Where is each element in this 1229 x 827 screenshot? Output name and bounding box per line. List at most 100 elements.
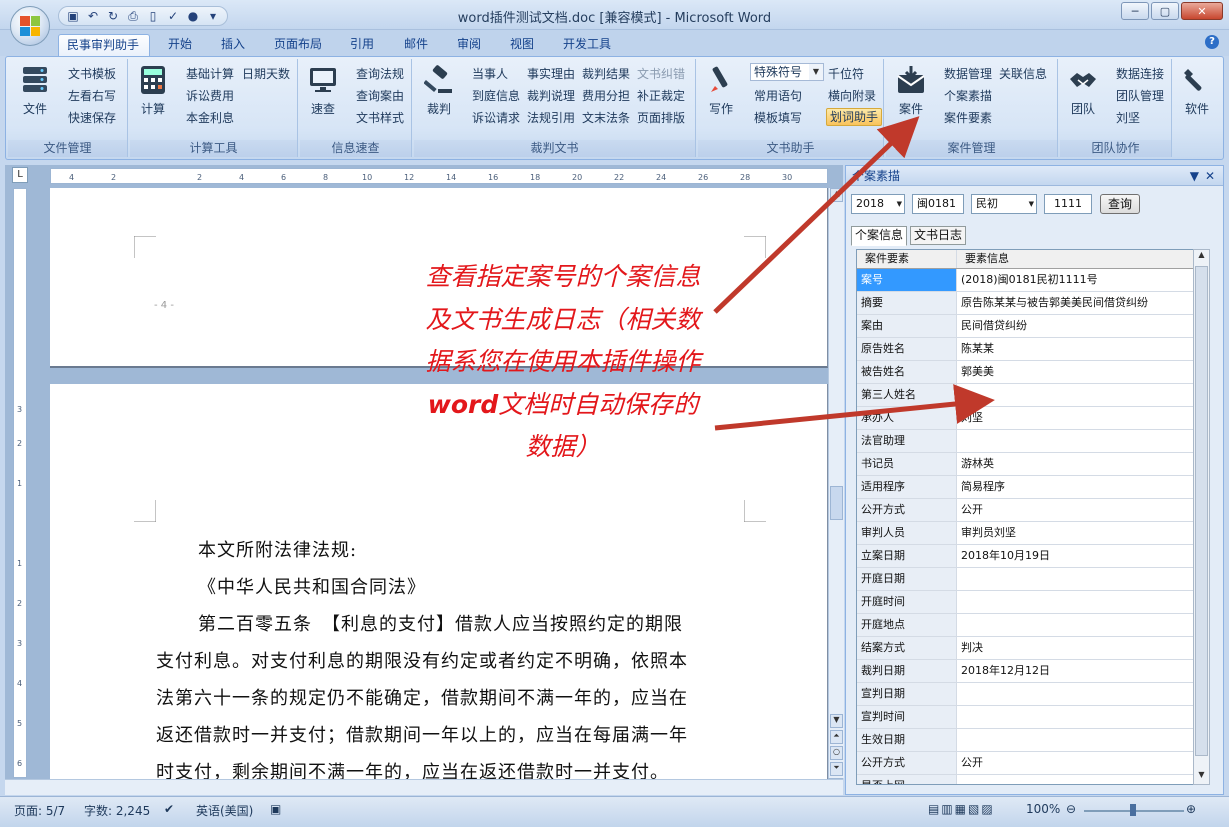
element-value-cell[interactable]: 陈某某 bbox=[957, 338, 1193, 360]
fee-share-button[interactable]: 费用分担 bbox=[582, 89, 630, 103]
element-name-cell[interactable]: 公开方式 bbox=[857, 752, 957, 774]
interest-button[interactable]: 本金利息 bbox=[186, 111, 234, 125]
doc-correction-button[interactable]: 文书纠错 bbox=[637, 67, 685, 81]
table-row[interactable]: 承办人 刘坚 bbox=[857, 407, 1193, 430]
user-name-button[interactable]: 刘坚 bbox=[1116, 111, 1140, 125]
table-row[interactable]: 宣判日期 bbox=[857, 683, 1193, 706]
element-value-cell[interactable] bbox=[957, 614, 1193, 636]
element-name-cell[interactable]: 第三人姓名 bbox=[857, 384, 957, 406]
element-name-cell[interactable]: 裁判日期 bbox=[857, 660, 957, 682]
element-name-cell[interactable]: 结案方式 bbox=[857, 637, 957, 659]
data-connect-button[interactable]: 数据连接 bbox=[1116, 67, 1164, 81]
element-name-cell[interactable]: 宣判时间 bbox=[857, 706, 957, 728]
table-row[interactable]: 被告姓名 郭美美 bbox=[857, 361, 1193, 384]
table-row[interactable]: 开庭时间 bbox=[857, 591, 1193, 614]
element-value-cell[interactable]: 刘坚 bbox=[957, 407, 1193, 429]
element-value-cell[interactable] bbox=[957, 568, 1193, 590]
tab-home[interactable]: 开始 bbox=[160, 34, 200, 56]
macro-icon[interactable]: ▣ bbox=[270, 802, 281, 816]
element-value-cell[interactable] bbox=[957, 430, 1193, 452]
type-select[interactable]: 民初 ▼ bbox=[971, 194, 1037, 214]
calc-button[interactable]: 计算 bbox=[132, 63, 174, 117]
tab-minshi[interactable]: 民事审判助手 bbox=[58, 34, 150, 56]
tab-insert[interactable]: 插入 bbox=[213, 34, 253, 56]
element-value-cell[interactable]: 审判员刘坚 bbox=[957, 522, 1193, 544]
element-value-cell[interactable]: 民间借贷纠纷 bbox=[957, 315, 1193, 337]
tab-selector[interactable]: L bbox=[12, 167, 28, 183]
table-row[interactable]: 摘要 原告陈某某与被告郭美美民间借贷纠纷 bbox=[857, 292, 1193, 315]
close-button[interactable]: ✕ bbox=[1181, 2, 1223, 20]
element-name-cell[interactable]: 开庭地点 bbox=[857, 614, 957, 636]
grid-scroll-thumb[interactable] bbox=[1195, 266, 1208, 756]
attendance-button[interactable]: 到庭信息 bbox=[472, 89, 520, 103]
element-name-cell[interactable]: 摘要 bbox=[857, 292, 957, 314]
scroll-down-icon[interactable]: ▼ bbox=[830, 714, 843, 728]
table-row[interactable]: 书记员 游林英 bbox=[857, 453, 1193, 476]
table-row[interactable]: 开庭地点 bbox=[857, 614, 1193, 637]
table-row[interactable]: 案号 (2018)闽0181民初1111号 bbox=[857, 269, 1193, 292]
element-name-cell[interactable]: 是否上网 bbox=[857, 775, 957, 784]
proofing-icon[interactable]: ✔ bbox=[164, 802, 174, 816]
element-name-cell[interactable]: 案由 bbox=[857, 315, 957, 337]
element-name-cell[interactable]: 立案日期 bbox=[857, 545, 957, 567]
table-row[interactable]: 公开方式 公开 bbox=[857, 752, 1193, 775]
year-select[interactable]: 2018 ▼ bbox=[851, 194, 905, 214]
language-status[interactable]: 英语(美国) bbox=[196, 802, 253, 819]
element-value-cell[interactable]: 郭美美 bbox=[957, 361, 1193, 383]
minimize-button[interactable]: ─ bbox=[1121, 2, 1149, 20]
common-phrases-button[interactable]: 常用语句 bbox=[754, 89, 802, 103]
column-header[interactable]: 要素信息 bbox=[957, 250, 1193, 268]
tab-review[interactable]: 审阅 bbox=[449, 34, 489, 56]
doc-style-button[interactable]: 文书样式 bbox=[356, 111, 404, 125]
case-button[interactable]: 案件 bbox=[890, 63, 932, 117]
case-number-input[interactable]: 1111 bbox=[1044, 194, 1092, 214]
litigation-fee-button[interactable]: 诉讼费用 bbox=[186, 89, 234, 103]
table-row[interactable]: 生效日期 bbox=[857, 729, 1193, 752]
scroll-down-icon[interactable]: ▼ bbox=[1195, 770, 1208, 784]
file-button[interactable]: 文件 bbox=[14, 63, 56, 117]
law-citation-button[interactable]: 法规引用 bbox=[527, 111, 575, 125]
table-row[interactable]: 公开方式 公开 bbox=[857, 499, 1193, 522]
quick-search-button[interactable]: 速查 bbox=[302, 63, 344, 117]
table-row[interactable]: 宣判时间 bbox=[857, 706, 1193, 729]
data-mgmt-button[interactable]: 数据管理 bbox=[944, 67, 992, 81]
element-name-cell[interactable]: 开庭时间 bbox=[857, 591, 957, 613]
pane-close-icon[interactable]: ✕ bbox=[1205, 166, 1215, 186]
claims-button[interactable]: 诉讼请求 bbox=[472, 111, 520, 125]
thousand-sep-button[interactable]: 千位符 bbox=[828, 67, 864, 81]
help-icon[interactable]: ? bbox=[1205, 35, 1219, 49]
element-name-cell[interactable]: 开庭日期 bbox=[857, 568, 957, 590]
zoom-slider-thumb[interactable] bbox=[1130, 804, 1136, 816]
template-button[interactable]: 文书模板 bbox=[68, 67, 116, 81]
basic-calc-button[interactable]: 基础计算 bbox=[186, 67, 234, 81]
zoom-out-icon[interactable]: ⊖ bbox=[1066, 802, 1076, 816]
document-vertical-scrollbar[interactable]: ▲ ▼ ⏶ ○ ⏷ bbox=[828, 188, 844, 778]
correction-ruling-button[interactable]: 补正裁定 bbox=[637, 89, 685, 103]
scroll-up-icon[interactable]: ▲ bbox=[1195, 250, 1208, 264]
query-law-button[interactable]: 查询法规 bbox=[356, 67, 404, 81]
browse-object-icon[interactable]: ○ bbox=[830, 746, 843, 760]
page-status[interactable]: 页面: 5/7 bbox=[14, 802, 65, 819]
element-value-cell[interactable] bbox=[957, 384, 1193, 406]
table-row[interactable]: 法官助理 bbox=[857, 430, 1193, 453]
table-row[interactable]: 适用程序 简易程序 bbox=[857, 476, 1193, 499]
next-page-icon[interactable]: ⏷ bbox=[830, 762, 843, 776]
table-row[interactable]: 原告姓名 陈某某 bbox=[857, 338, 1193, 361]
tab-mailings[interactable]: 邮件 bbox=[396, 34, 436, 56]
page-layout-button[interactable]: 页面排版 bbox=[637, 111, 685, 125]
element-value-cell[interactable] bbox=[957, 683, 1193, 705]
table-row[interactable]: 第三人姓名 bbox=[857, 384, 1193, 407]
element-value-cell[interactable] bbox=[957, 706, 1193, 728]
pane-menu-icon[interactable]: ▼ bbox=[1190, 166, 1199, 186]
element-value-cell[interactable]: (2018)闽0181民初1111号 bbox=[957, 269, 1193, 291]
zoom-in-icon[interactable]: ⊕ bbox=[1186, 802, 1196, 816]
element-name-cell[interactable]: 生效日期 bbox=[857, 729, 957, 751]
element-value-cell[interactable] bbox=[957, 591, 1193, 613]
vertical-ruler[interactable]: 3 2 1 1 2 3 4 5 6 bbox=[13, 188, 27, 778]
prev-page-icon[interactable]: ⏶ bbox=[830, 730, 843, 744]
table-row[interactable]: 审判人员 审判员刘坚 bbox=[857, 522, 1193, 545]
zoom-level[interactable]: 100% bbox=[1026, 802, 1060, 816]
element-value-cell[interactable]: 游林英 bbox=[957, 453, 1193, 475]
tab-doc-log[interactable]: 文书日志 bbox=[910, 226, 967, 245]
related-info-button[interactable]: 关联信息 bbox=[999, 67, 1047, 81]
